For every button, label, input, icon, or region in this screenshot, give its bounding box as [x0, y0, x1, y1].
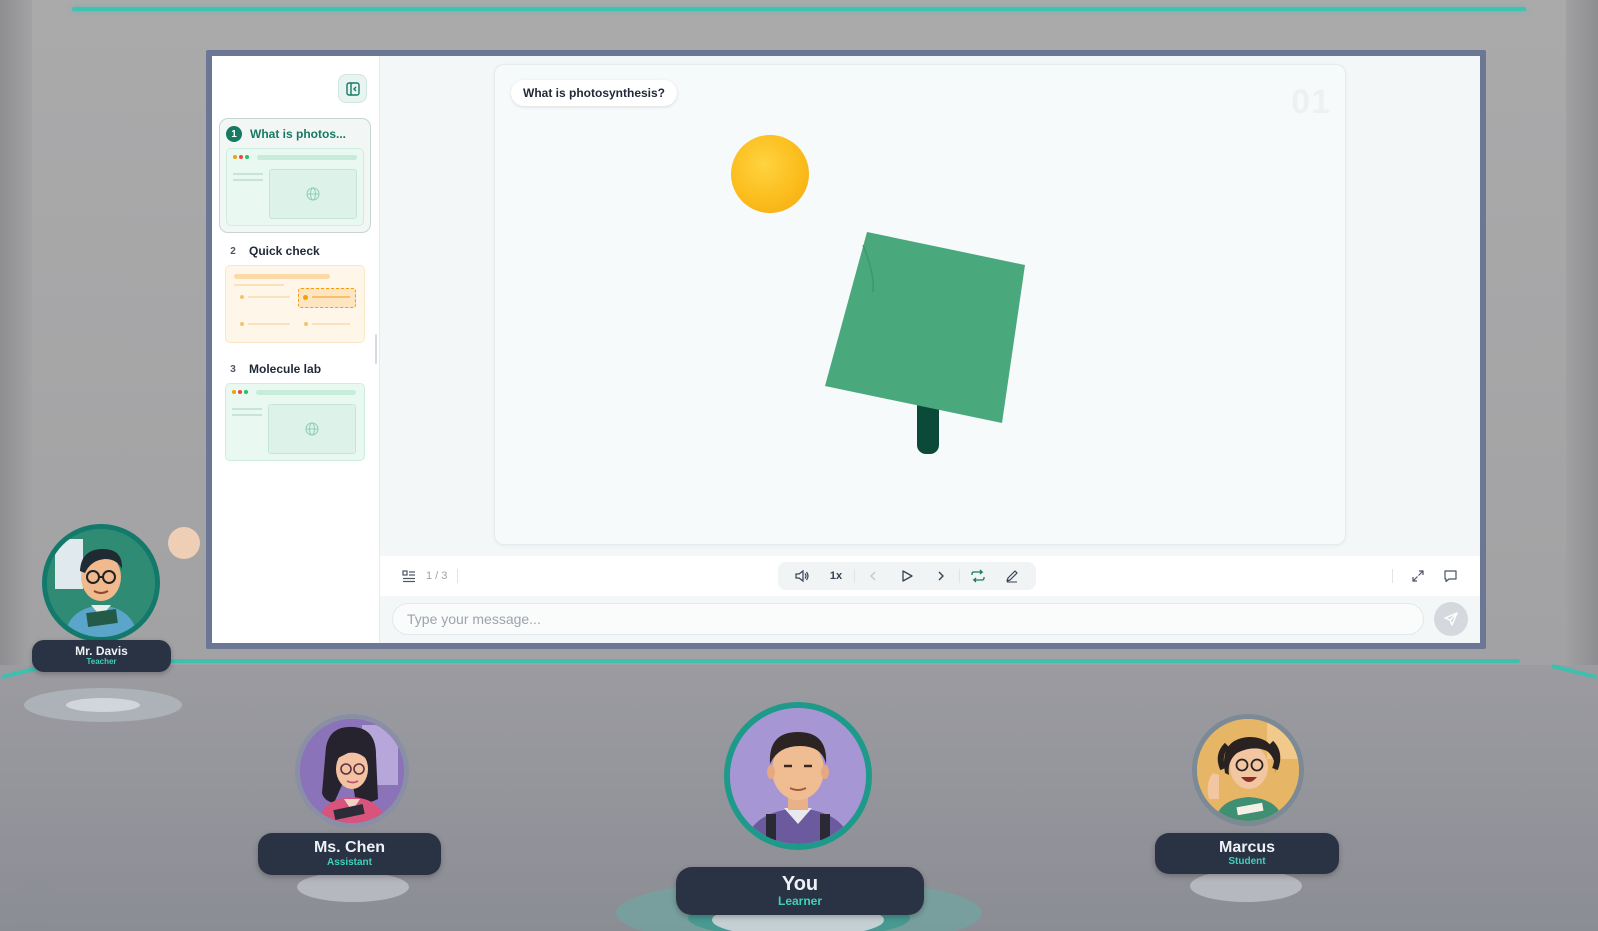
slide-label: Molecule lab: [249, 362, 322, 376]
divider: [959, 569, 960, 583]
teacher-name: Mr. Davis: [75, 644, 128, 659]
page-indicator: 1 / 3: [426, 570, 448, 582]
slide-label: Quick check: [249, 244, 320, 258]
plant-illustration: [825, 232, 1025, 454]
corner-control[interactable]: [14, 880, 58, 924]
assistant-name: Ms. Chen: [313, 839, 386, 857]
student-role: Student: [1228, 856, 1266, 868]
fullscreen-icon[interactable]: [1411, 569, 1425, 583]
student-nameplate: Marcus Student: [1155, 833, 1339, 874]
slide-thumbnail: [226, 148, 364, 226]
globe-icon: [306, 187, 320, 201]
assistant-role: Assistant: [326, 856, 372, 868]
you-portrait: [730, 708, 866, 844]
sun-shape: [731, 135, 809, 213]
toolbar-left: 1 / 3: [402, 569, 459, 583]
slide-title-row: 3 Molecule lab: [225, 360, 365, 378]
room-right-wall: [1562, 0, 1598, 680]
speaker-icon: [795, 569, 809, 583]
plant-leaf: [825, 232, 1025, 423]
play-button[interactable]: [891, 563, 923, 589]
slide-thumbnail: [225, 383, 365, 461]
teacher-avatar[interactable]: [42, 524, 160, 642]
assistant-floor-shadow: [297, 872, 409, 902]
speed-button[interactable]: 1x: [820, 563, 852, 589]
annotate-button[interactable]: [996, 563, 1028, 589]
chevron-left-icon: [870, 571, 876, 581]
you-avatar[interactable]: [724, 702, 872, 850]
teacher-portrait: [47, 529, 155, 637]
slide-number: 3: [230, 363, 236, 375]
chat-bubble-icon[interactable]: [1443, 569, 1458, 583]
repeat-icon: [971, 569, 985, 583]
playback-controls: 1x: [778, 562, 1036, 590]
slide-number: 2: [230, 245, 236, 257]
stage-area: What is photosynthesis? 01 1 / 3 1x Type…: [380, 56, 1480, 643]
speaking-indicator: [168, 527, 200, 559]
student-avatar[interactable]: [1192, 714, 1304, 826]
send-button[interactable]: [1434, 602, 1468, 636]
play-icon: [902, 570, 913, 582]
slide-item-1[interactable]: 1 What is photos...: [219, 118, 371, 233]
assistant-portrait: [300, 719, 404, 823]
slide-canvas: What is photosynthesis? 01: [494, 64, 1346, 545]
presentation-screen: 1 What is photos... 2 Quick check 3 Mole…: [206, 50, 1486, 649]
playback-toolbar: 1 / 3 1x: [380, 556, 1480, 596]
student-name: Marcus: [1218, 838, 1276, 856]
message-input[interactable]: [392, 603, 1424, 635]
assistant-avatar[interactable]: [295, 714, 409, 828]
globe-icon: [305, 422, 319, 436]
slide-heading: What is photosynthesis?: [511, 80, 678, 106]
you-name: You: [781, 872, 819, 895]
slide-sidebar: 1 What is photos... 2 Quick check 3 Mole…: [212, 56, 380, 643]
floor-light-strip: [80, 659, 1520, 663]
slide-number-watermark: 01: [1291, 83, 1331, 121]
pencil-icon: [1006, 570, 1018, 583]
next-slide-button[interactable]: [925, 563, 957, 589]
divider: [1392, 569, 1393, 583]
slide-item-3[interactable]: 3 Molecule lab: [219, 354, 371, 467]
sidebar-scrollbar[interactable]: [375, 334, 377, 364]
you-nameplate: You Learner: [676, 867, 924, 915]
outline-list-icon[interactable]: [402, 569, 416, 583]
toolbar-right: [1392, 569, 1458, 583]
slide-title-row: 2 Quick check: [225, 242, 365, 260]
speed-label: 1x: [829, 570, 843, 582]
divider: [457, 569, 459, 583]
student-floor-shadow: [1190, 870, 1302, 902]
chevron-right-icon: [938, 571, 944, 581]
slide-label: What is photos...: [250, 127, 346, 141]
you-role: Learner: [777, 893, 823, 908]
sidebar-collapse-icon: [345, 81, 360, 96]
room-left-wall: [0, 0, 32, 680]
divider: [854, 569, 855, 583]
assistant-nameplate: Ms. Chen Assistant: [258, 833, 441, 875]
student-portrait: [1197, 719, 1299, 821]
teacher-floor-highlight: [66, 698, 140, 712]
slide-thumbnail: [225, 265, 365, 343]
send-icon: [1444, 612, 1458, 626]
repeat-button[interactable]: [962, 563, 994, 589]
slide-number: 1: [226, 126, 242, 142]
chat-input-row: [392, 602, 1468, 636]
volume-button[interactable]: [786, 563, 818, 589]
previous-slide-button[interactable]: [857, 563, 889, 589]
teacher-role: Teacher: [86, 656, 117, 666]
teacher-nameplate: Mr. Davis Teacher: [32, 640, 171, 672]
ceiling-light-strip: [72, 7, 1526, 11]
sidebar-collapse-button[interactable]: [338, 74, 367, 103]
slide-title-row: 1 What is photos...: [226, 125, 364, 143]
slide-item-2[interactable]: 2 Quick check: [219, 236, 371, 349]
